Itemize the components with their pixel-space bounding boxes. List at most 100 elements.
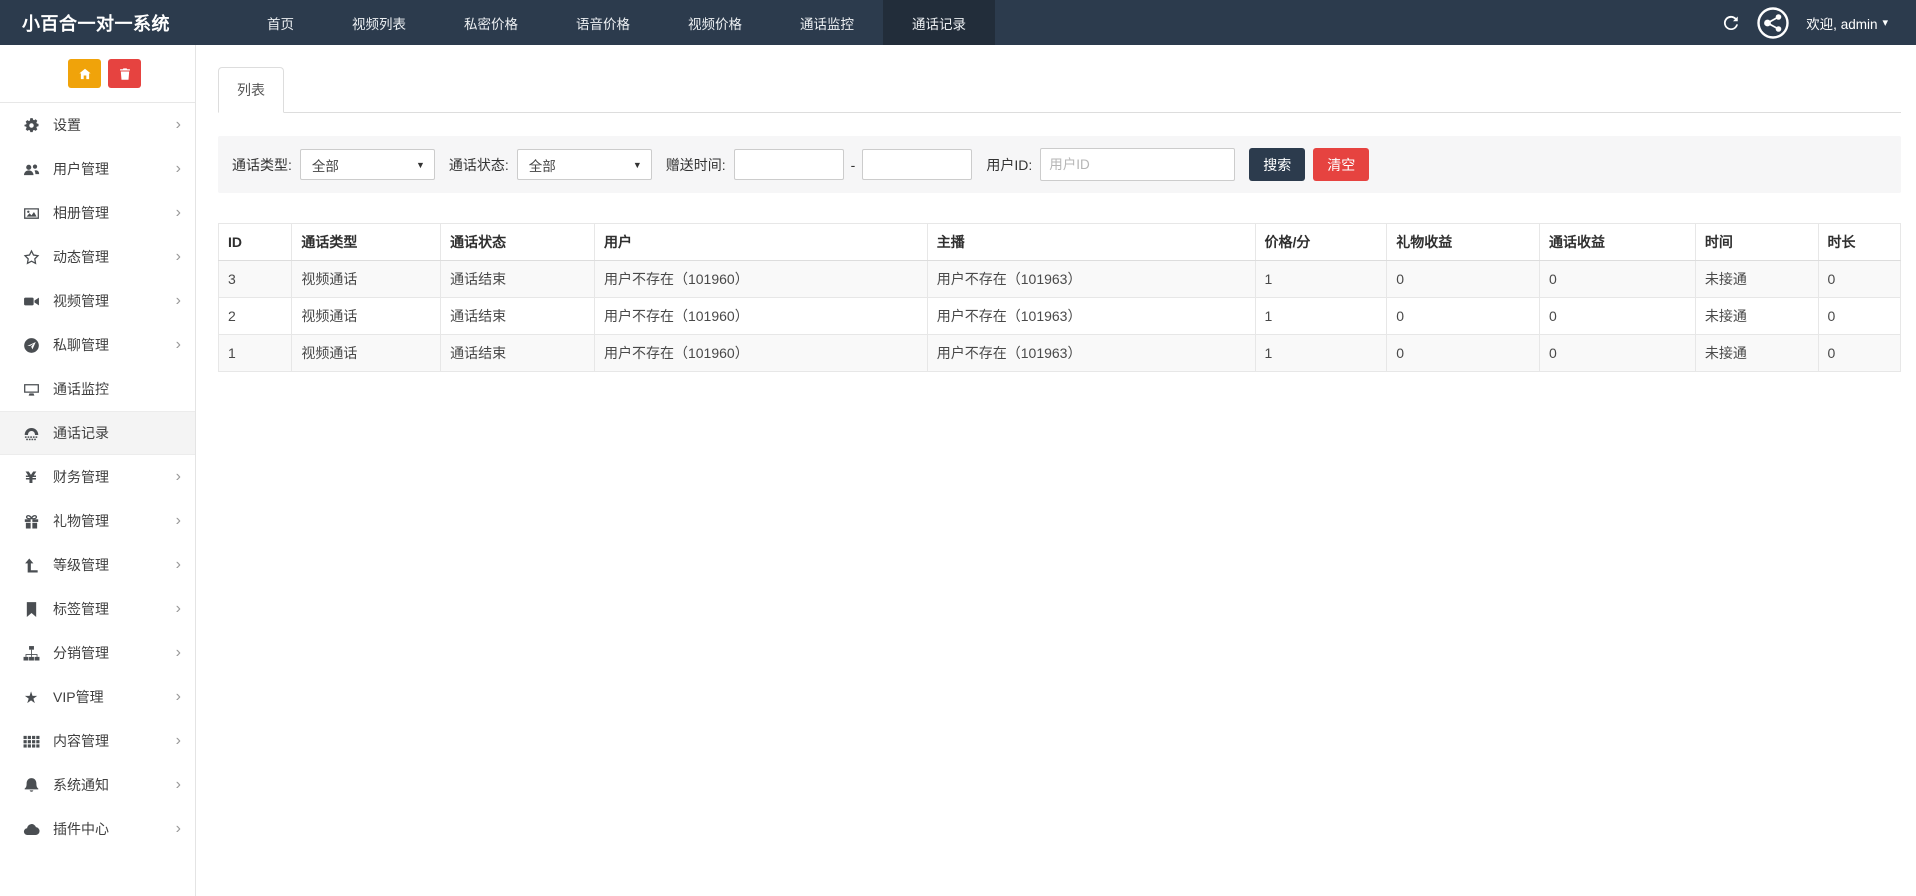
star-icon: ★ [23, 687, 39, 707]
gift-time-end-input[interactable] [862, 149, 973, 180]
table-cell: 3 [217, 260, 293, 298]
user-dropdown[interactable]: 欢迎, admin ▾ [1806, 13, 1888, 33]
column-header: 通话收益 [1539, 223, 1696, 261]
sidebar-item-4[interactable]: 动态管理 › [0, 235, 195, 279]
video-camera-icon [18, 293, 44, 310]
table-cell: 视频通话 [291, 334, 442, 372]
sidebar-item-7[interactable]: 通话监控 [0, 367, 195, 411]
table-header-row: ID 通话类型 通话状态 用户 主播 价格/分 礼物收益 通话收益 时间 时长 [217, 223, 1901, 261]
navbar-item-4[interactable]: 语音价格 [547, 0, 659, 45]
sidebar-item-label: 等级管理 [53, 557, 109, 573]
search-button[interactable]: 搜索 [1249, 148, 1306, 181]
sidebar-item-2[interactable]: 用户管理 › [0, 147, 195, 191]
share-network-avatar-icon[interactable] [1756, 6, 1790, 40]
table-cell: 0 [1539, 260, 1696, 298]
sidebar-item-label: 财务管理 [53, 469, 109, 485]
filter-panel: 通话类型: 全部 ▼ 通话状态: 全部 ▼ 赠送时间: - 用户ID: 搜索 清… [218, 136, 1901, 193]
navbar-right: 欢迎, admin ▾ [1722, 0, 1916, 45]
sidebar-item-label: 通话监控 [53, 381, 109, 397]
call-status-select[interactable]: 全部 ▼ [516, 149, 652, 180]
column-header: 价格/分 [1254, 223, 1388, 261]
navbar-menu: 首页 视频列表 私密价格 语音价格 视频价格 通话监控 通话记录 [238, 0, 995, 45]
main-content: 列表 通话类型: 全部 ▼ 通话状态: 全部 ▼ 赠送时间: - 用户ID: 搜… [196, 45, 1916, 896]
gears-icon [18, 117, 44, 134]
sidebar-item-label: 礼物管理 [53, 513, 109, 529]
table-cell: 用户不存在（101963） [926, 260, 1256, 298]
call-status-label: 通话状态: [448, 156, 509, 173]
table-cell: 未接通 [1694, 297, 1819, 335]
column-header: 时间 [1694, 223, 1819, 261]
chevron-right-icon: › [175, 160, 181, 177]
sidebar-item-17[interactable]: 插件中心 › [0, 807, 195, 851]
navbar-item-5[interactable]: 视频价格 [659, 0, 771, 45]
chevron-right-icon: › [175, 600, 181, 617]
table-cell: 0 [1386, 297, 1541, 335]
home-button[interactable] [68, 59, 101, 88]
table-row: 1 视频通话 通话结束 用户不存在（101960） 用户不存在（101963） 1 0 0 未接… [217, 334, 1901, 372]
call-type-label: 通话类型: [232, 156, 292, 173]
table-cell: 未接通 [1694, 260, 1819, 298]
caret-down-icon: ▼ [632, 159, 642, 170]
sidebar-item-label: 用户管理 [53, 161, 109, 177]
refresh-icon[interactable] [1722, 14, 1740, 32]
sidebar-item-1[interactable]: 设置 › [0, 103, 195, 147]
sidebar-item-label: 分销管理 [53, 645, 109, 661]
sidebar-item-label: 插件中心 [53, 821, 109, 837]
call-type-select[interactable]: 全部 ▼ [299, 149, 435, 180]
navbar-item-6[interactable]: 通话监控 [771, 0, 883, 45]
sidebar-item-16[interactable]: 系统通知 › [0, 763, 195, 807]
table-cell: 视频通话 [291, 297, 442, 335]
phone-icon [18, 425, 44, 442]
user-id-label: 用户ID: [986, 156, 1033, 173]
chevron-right-icon: › [175, 116, 181, 133]
sidebar-item-13[interactable]: 分销管理 › [0, 631, 195, 675]
chevron-right-icon: › [175, 776, 181, 793]
chevron-right-icon: › [175, 556, 181, 573]
sidebar-item-8[interactable]: 通话记录 [0, 411, 195, 455]
column-header: 时长 [1817, 223, 1901, 261]
table-cell: 1 [1254, 334, 1388, 372]
navbar-item-1[interactable]: 首页 [238, 0, 323, 45]
clear-button[interactable]: 清空 [1313, 148, 1370, 181]
sidebar-item-6[interactable]: 私聊管理 › [0, 323, 195, 367]
navbar-item-2[interactable]: 视频列表 [323, 0, 435, 45]
sidebar-item-label: 视频管理 [53, 293, 109, 309]
table-cell: 通话结束 [440, 297, 595, 335]
sidebar-item-3[interactable]: 相册管理 › [0, 191, 195, 235]
photo-icon [18, 205, 44, 222]
sidebar-item-label: VIP管理 [53, 689, 104, 705]
sidebar: 设置 › 用户管理 › 相册管理 › 动态管理 › 视频管理 › 私聊管理 › 通话监控 通话记录 ¥ 财务管… [0, 45, 196, 896]
sidebar-item-label: 标签管理 [53, 601, 109, 617]
sidebar-item-11[interactable]: 等级管理 › [0, 543, 195, 587]
tab-list[interactable]: 列表 [218, 67, 284, 113]
sidebar-item-5[interactable]: 视频管理 › [0, 279, 195, 323]
sidebar-item-14[interactable]: ★ VIP管理 › [0, 675, 195, 719]
navbar-item-3[interactable]: 私密价格 [435, 0, 547, 45]
sidebar-item-15[interactable]: 内容管理 › [0, 719, 195, 763]
gift-icon [18, 513, 44, 530]
user-id-input[interactable] [1040, 148, 1236, 181]
sidebar-item-label: 内容管理 [53, 733, 109, 749]
sidebar-item-10[interactable]: 礼物管理 › [0, 499, 195, 543]
sidebar-item-label: 通话记录 [53, 425, 109, 441]
column-header: 通话状态 [440, 223, 595, 261]
chevron-right-icon: › [175, 336, 181, 353]
navbar-item-7[interactable]: 通话记录 [883, 0, 995, 45]
chevron-right-icon: › [175, 732, 181, 749]
users-icon [18, 161, 44, 178]
table-cell: 1 [217, 334, 293, 372]
level-up-icon [18, 557, 44, 574]
sidebar-item-12[interactable]: 标签管理 › [0, 587, 195, 631]
caret-down-icon: ▾ [1882, 17, 1888, 29]
table-cell: 1 [1254, 297, 1388, 335]
call-status-value: 全部 [528, 158, 556, 174]
column-header: 主播 [926, 223, 1256, 261]
table-cell: 0 [1539, 334, 1696, 372]
gift-time-start-input[interactable] [733, 149, 844, 180]
chevron-right-icon: › [175, 248, 181, 265]
bell-icon [18, 777, 44, 794]
trash-button[interactable] [108, 59, 141, 88]
call-records-table: ID 通话类型 通话状态 用户 主播 价格/分 礼物收益 通话收益 时间 时长 3 视频通话 通话结束… [217, 223, 1901, 372]
sidebar-item-9[interactable]: ¥ 财务管理 › [0, 455, 195, 499]
chevron-right-icon: › [175, 204, 181, 221]
